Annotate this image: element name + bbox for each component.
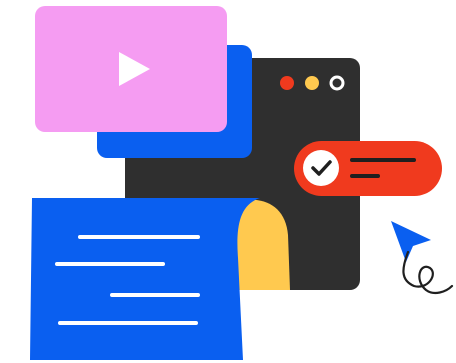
document-sheet [30, 198, 260, 360]
cursor-arrow-icon [391, 221, 431, 262]
text-line [58, 321, 198, 325]
window-close-dot [280, 76, 294, 90]
cursor-squiggle [402, 250, 454, 295]
window-minimize-dot [305, 76, 319, 90]
cursor [391, 221, 454, 295]
checkmark-badge [303, 150, 339, 186]
text-line [110, 293, 200, 297]
text-line [78, 235, 200, 239]
pill-text-line [350, 158, 416, 162]
text-line [55, 262, 165, 266]
video-card [35, 6, 227, 132]
collaboration-illustration [0, 0, 456, 363]
pill-text-line [350, 174, 380, 178]
illustration-canvas [30, 6, 454, 360]
task-pill [294, 141, 442, 196]
